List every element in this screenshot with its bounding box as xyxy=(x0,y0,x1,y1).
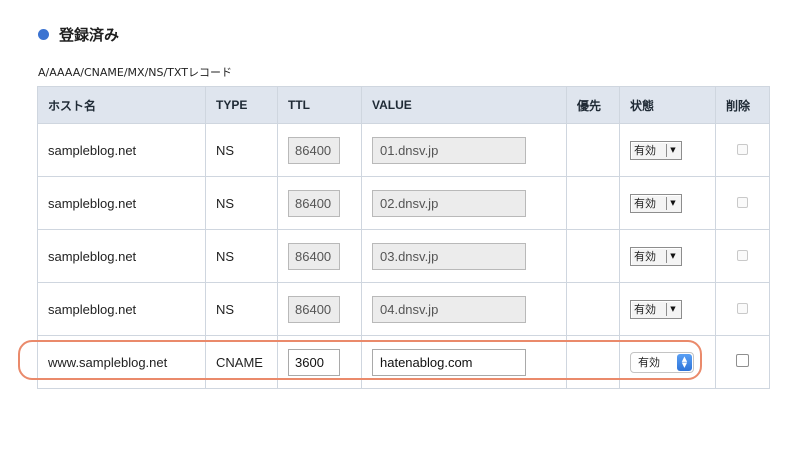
header-status: 状態 xyxy=(619,86,716,124)
ttl-field[interactable]: 86400 xyxy=(288,189,340,217)
dropdown-arrow-icon: ▼ xyxy=(666,143,679,157)
priority-cell xyxy=(566,335,620,389)
table-row: sampleblog.net NS 86400 04.dnsv.jp 有効 ▼ xyxy=(37,282,770,336)
bullet-dot-icon xyxy=(38,29,49,40)
value-field[interactable]: 02.dnsv.jp xyxy=(372,189,526,217)
ttl-field[interactable]: 86400 xyxy=(288,136,340,164)
value-field[interactable]: 01.dnsv.jp xyxy=(372,136,526,164)
status-select[interactable]: 有効 ▼ xyxy=(630,246,682,266)
host-cell: sampleblog.net xyxy=(37,176,206,230)
type-cell: NS xyxy=(205,176,278,230)
value-field[interactable]: 03.dnsv.jp xyxy=(372,242,526,270)
ttl-field[interactable]: 86400 xyxy=(288,295,340,323)
section-title-text: 登録済み xyxy=(59,26,120,44)
type-cell: CNAME xyxy=(205,335,278,389)
type-cell: NS xyxy=(205,229,278,283)
status-select-value: 有効 xyxy=(638,356,660,369)
ttl-field[interactable]: 86400 xyxy=(288,242,340,270)
delete-checkbox[interactable] xyxy=(736,354,749,367)
table-row: sampleblog.net NS 86400 01.dnsv.jp 有効 ▼ xyxy=(37,123,770,177)
status-select-value: 有効 xyxy=(634,197,656,210)
section-title: 登録済み xyxy=(38,24,119,45)
dns-records-table: ホスト名 TYPE TTL VALUE 優先 状態 削除 sampleblog.… xyxy=(37,86,770,389)
host-cell: www.sampleblog.net xyxy=(37,335,206,389)
record-types-label: A/AAAA/CNAME/MX/NS/TXTレコード xyxy=(38,66,232,79)
dropdown-arrow-icon: ▼ xyxy=(666,196,679,210)
ttl-field[interactable]: 3600 xyxy=(288,348,340,376)
header-delete: 削除 xyxy=(715,86,770,124)
header-priority: 優先 xyxy=(566,86,620,124)
table-header-row: ホスト名 TYPE TTL VALUE 優先 状態 削除 xyxy=(37,86,770,124)
header-host: ホスト名 xyxy=(37,86,206,124)
type-cell: NS xyxy=(205,282,278,336)
value-field[interactable]: 04.dnsv.jp xyxy=(372,295,526,323)
header-value: VALUE xyxy=(361,86,567,124)
host-cell: sampleblog.net xyxy=(37,123,206,177)
header-type: TYPE xyxy=(205,86,278,124)
status-select-value: 有効 xyxy=(634,303,656,316)
delete-checkbox[interactable] xyxy=(737,249,748,261)
status-select[interactable]: 有効 ▼ xyxy=(630,299,682,319)
host-cell: sampleblog.net xyxy=(37,282,206,336)
value-field[interactable]: hatenablog.com xyxy=(372,348,526,376)
status-select-value: 有効 xyxy=(634,144,656,157)
priority-cell xyxy=(566,176,620,230)
dropdown-arrow-icon: ▼ xyxy=(666,249,679,263)
status-select[interactable]: 有効 ▼ xyxy=(630,140,682,160)
priority-cell xyxy=(566,123,620,177)
status-select-value: 有効 xyxy=(634,250,656,263)
type-cell: NS xyxy=(205,123,278,177)
status-select[interactable]: 有効 ▼ xyxy=(630,193,682,213)
header-ttl: TTL xyxy=(277,86,362,124)
delete-checkbox[interactable] xyxy=(737,143,748,155)
host-cell: sampleblog.net xyxy=(37,229,206,283)
table-row: sampleblog.net NS 86400 03.dnsv.jp 有効 ▼ xyxy=(37,229,770,283)
dropdown-arrow-icon: ▼ xyxy=(666,302,679,316)
priority-cell xyxy=(566,282,620,336)
delete-checkbox[interactable] xyxy=(737,302,748,314)
table-row: sampleblog.net NS 86400 02.dnsv.jp 有効 ▼ xyxy=(37,176,770,230)
updown-arrow-icon: ▲ ▼ xyxy=(677,353,692,371)
status-select[interactable]: 有効 ▲ ▼ xyxy=(630,351,694,373)
delete-checkbox[interactable] xyxy=(737,196,748,208)
table-row: www.sampleblog.net CNAME 3600 hatenablog… xyxy=(37,335,770,389)
priority-cell xyxy=(566,229,620,283)
